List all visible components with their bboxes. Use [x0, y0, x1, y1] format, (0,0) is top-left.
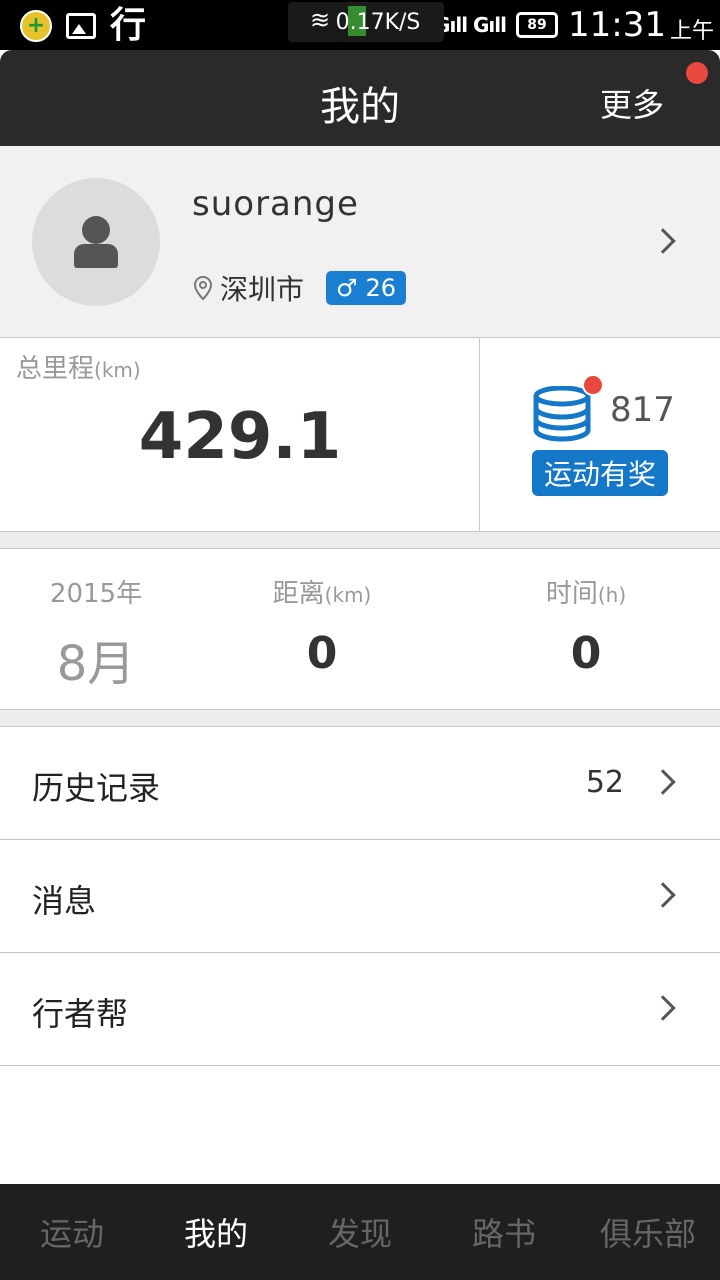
- menu-list: 历史记录 52 消息 行者帮: [0, 726, 720, 1066]
- time-value: 0: [570, 628, 602, 679]
- divider-band: [0, 710, 720, 726]
- month-column: 2015年 8月: [0, 549, 192, 694]
- list-item-walkers-group[interactable]: 行者帮: [0, 953, 720, 1066]
- distance-column: 距离(km) 0: [222, 549, 422, 679]
- history-count: 52: [585, 765, 624, 800]
- divider-band: [0, 532, 720, 548]
- battery-icon: 89: [516, 12, 558, 38]
- distance-label: 距离(km): [222, 573, 422, 610]
- distance-value: 0: [306, 628, 338, 679]
- total-distance-label: 总里程(km): [16, 348, 141, 385]
- nav-tab-club[interactable]: 俱乐部: [576, 1184, 720, 1280]
- username: suorange: [192, 184, 359, 224]
- location-pin-icon: [193, 275, 213, 301]
- nav-tab-discover[interactable]: 发现: [288, 1184, 432, 1280]
- chevron-right-icon: [650, 882, 676, 908]
- total-distance-section: 总里程(km) 429.1: [0, 338, 480, 531]
- avatar[interactable]: [32, 178, 160, 306]
- total-label-text: 总里程: [16, 354, 95, 384]
- stats-panel: 总里程(km) 429.1 817 运动有奖: [0, 338, 720, 532]
- nav-tab-mine[interactable]: 我的: [144, 1184, 288, 1280]
- time-unit: (h): [597, 583, 627, 607]
- location-row: 深圳市 ♂ 26: [192, 268, 407, 308]
- image-icon: [66, 13, 96, 39]
- distance-label-text: 距离: [272, 579, 325, 609]
- coins-notification-dot: [582, 374, 604, 396]
- app-notification-icon: +: [20, 10, 52, 42]
- sport-reward-button[interactable]: 运动有奖: [532, 450, 668, 496]
- bottom-nav: 运动 我的 发现 路书 俱乐部: [0, 1184, 720, 1280]
- coin-count: 817: [610, 390, 675, 430]
- speed-text: 0.17K/S: [335, 9, 421, 35]
- more-button[interactable]: 更多: [600, 80, 664, 126]
- notification-dot: [686, 62, 708, 84]
- total-unit: (km): [94, 358, 141, 382]
- time-label-text: 时间: [545, 579, 598, 609]
- avatar-person-body: [74, 244, 118, 268]
- profile-card[interactable]: suorange 深圳市 ♂ 26: [0, 146, 720, 338]
- time-column: 时间(h) 0: [486, 549, 686, 679]
- month-value: 8月: [56, 636, 136, 692]
- monthly-summary[interactable]: 2015年 8月 距离(km) 0 时间(h) 0: [0, 548, 720, 710]
- speed-wifi-icon: ≋: [310, 6, 331, 34]
- distance-unit: (km): [324, 583, 372, 607]
- total-distance-value: 429.1: [138, 400, 342, 474]
- status-app-char: 行: [110, 5, 147, 46]
- messages-label: 消息: [32, 882, 97, 920]
- age: 26: [365, 274, 397, 302]
- clock-time: 11:31: [568, 5, 666, 45]
- chevron-right-icon: [650, 995, 676, 1021]
- app-header: 我的 更多: [0, 50, 720, 146]
- city: 深圳市: [220, 273, 305, 306]
- network-speed-overlay: ≋ 0.17K/S: [288, 2, 444, 42]
- list-item-messages[interactable]: 消息: [0, 840, 720, 953]
- time-label: 时间(h): [486, 573, 686, 610]
- clock-ampm: 上午: [669, 19, 714, 44]
- walkers-group-label: 行者帮: [32, 995, 129, 1033]
- coins-icon: [533, 386, 591, 442]
- list-item-history[interactable]: 历史记录 52: [0, 727, 720, 840]
- avatar-person-icon: [82, 216, 110, 244]
- male-icon: ♂: [336, 274, 358, 302]
- year-label: 2015年: [49, 579, 143, 609]
- chevron-right-icon: [650, 769, 676, 795]
- chevron-right-icon: [650, 228, 676, 254]
- nav-tab-sport[interactable]: 运动: [0, 1184, 144, 1280]
- nav-tab-routes[interactable]: 路书: [432, 1184, 576, 1280]
- history-label: 历史记录: [32, 769, 161, 807]
- gender-age-badge: ♂ 26: [326, 271, 407, 305]
